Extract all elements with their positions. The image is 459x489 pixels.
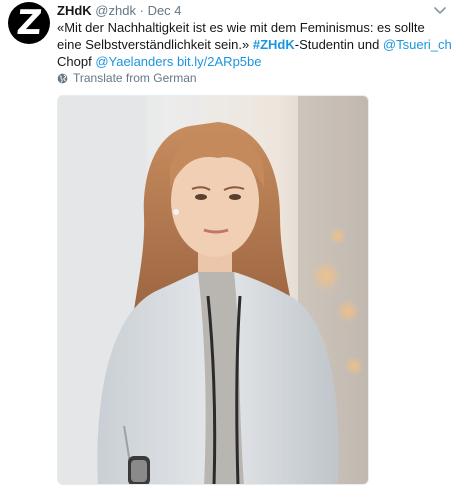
avatar[interactable]: Z (8, 2, 50, 44)
translate-button[interactable]: Translate from German (57, 71, 197, 85)
avatar-logo: Z (14, 3, 44, 43)
url-link[interactable]: bit.ly/2ARp5be (177, 54, 262, 69)
author-handle[interactable]: @zhdk (95, 3, 136, 18)
tweet-text: «Mit der Nachhaltigkeit ist es wie mit d… (57, 19, 452, 70)
tweet-header: ZHdK @zhdk · Dec 4 (57, 2, 182, 19)
more-options-button[interactable] (433, 4, 447, 18)
hashtag-link[interactable]: #ZHdK (253, 37, 295, 52)
translate-label: Translate from German (73, 71, 197, 85)
mention-link-tsueri[interactable]: @Tsueri_ch (383, 37, 452, 52)
tweet-date[interactable]: Dec 4 (148, 3, 182, 18)
tweet-text-part: Chopf (57, 54, 96, 69)
chevron-down-icon (434, 7, 446, 14)
tweet-photo[interactable] (57, 95, 369, 485)
author-name[interactable]: ZHdK (57, 3, 92, 18)
separator-dot: · (139, 3, 144, 18)
portrait-photo (58, 96, 368, 484)
globe-icon (57, 73, 68, 83)
tweet-text-part: -Studentin und (294, 37, 383, 52)
mention-link-yaelanders[interactable]: @Yaelanders (95, 54, 173, 69)
tweet: Z ZHdK @zhdk · Dec 4 «Mit der Nachhaltig… (0, 0, 459, 489)
